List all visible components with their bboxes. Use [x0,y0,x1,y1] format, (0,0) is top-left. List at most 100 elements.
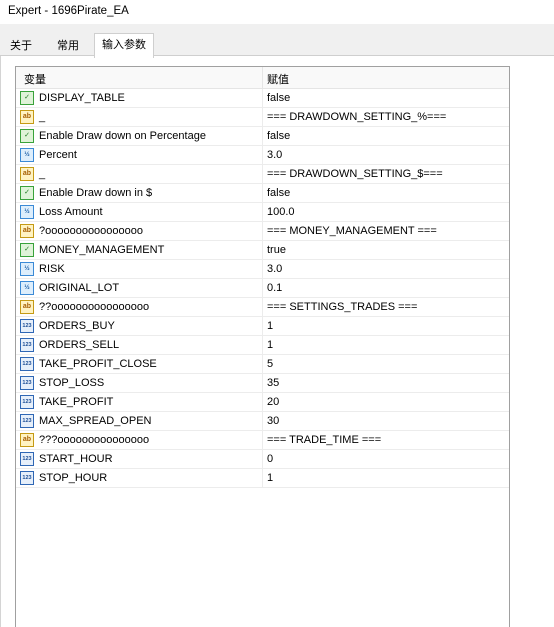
column-separator [262,108,263,126]
param-name: ???ooooooooooooooo [39,434,150,446]
param-value[interactable]: false [267,130,290,142]
param-value[interactable]: 0 [267,453,273,465]
tab-about[interactable]: 关于 [9,36,33,56]
param-value[interactable]: true [267,244,286,256]
param-value[interactable]: === DRAWDOWN_SETTING_$=== [267,168,443,180]
param-value[interactable]: 30 [267,415,279,427]
int-icon: 123 [20,471,34,485]
table-row[interactable]: ab ???ooooooooooooooo === TRADE_TIME === [16,431,509,450]
param-name: ??oooooooooooooooo [39,301,150,313]
column-separator [262,431,263,449]
header-separator[interactable] [262,67,263,88]
column-separator [262,355,263,373]
table-row[interactable]: 123 STOP_HOUR 1 [16,469,509,488]
table-row[interactable]: ab ?oooooooooooooooo === MONEY_MANAGEMENT … [16,222,509,241]
param-name: ORDERS_SELL [39,339,120,351]
table-row[interactable]: 123 MAX_SPREAD_OPEN 30 [16,412,509,431]
column-separator [262,260,263,278]
column-separator [262,222,263,240]
param-name: START_HOUR [39,453,113,465]
table-row[interactable]: 123 TAKE_PROFIT 20 [16,393,509,412]
int-icon: 123 [20,357,34,371]
int-icon: 123 [20,452,34,466]
header-variable[interactable]: 变量 [24,71,46,87]
param-name: _ [39,168,46,180]
column-separator [262,336,263,354]
table-row[interactable]: 123 TAKE_PROFIT_CLOSE 5 [16,355,509,374]
param-value[interactable]: === MONEY_MANAGEMENT === [267,225,437,237]
string-icon: ab [20,167,34,181]
table-row[interactable]: ✓ Enable Draw down in $ false [16,184,509,203]
column-separator [262,89,263,107]
table-header: 变量 赋值 [16,67,509,89]
bool-icon: ✓ [20,129,34,143]
table-row[interactable]: ½ Loss Amount 100.0 [16,203,509,222]
param-value[interactable]: 1 [267,339,273,351]
column-separator [262,241,263,259]
column-separator [262,203,263,221]
param-name: MAX_SPREAD_OPEN [39,415,152,427]
column-separator [262,374,263,392]
param-value[interactable]: 1 [267,320,273,332]
table-row[interactable]: 123 ORDERS_SELL 1 [16,336,509,355]
param-value[interactable]: false [267,92,290,104]
param-value[interactable]: === TRADE_TIME === [267,434,381,446]
table-row[interactable]: ✓ DISPLAY_TABLE false [16,89,509,108]
param-name: ORIGINAL_LOT [39,282,120,294]
double-icon: ½ [20,205,34,219]
table-row[interactable]: ab _ === DRAWDOWN_SETTING_$=== [16,165,509,184]
param-name: MONEY_MANAGEMENT [39,244,165,256]
header-value[interactable]: 赋值 [267,71,289,87]
param-value[interactable]: === SETTINGS_TRADES === [267,301,417,313]
table-row[interactable]: ab ??oooooooooooooooo === SETTINGS_TRADES … [16,298,509,317]
param-name: ORDERS_BUY [39,320,115,332]
string-icon: ab [20,433,34,447]
param-name: Loss Amount [39,206,103,218]
table-row[interactable]: 123 STOP_LOSS 35 [16,374,509,393]
tab-bar: 关于 常用 输入参数 [0,24,554,58]
table-row[interactable]: ½ Percent 3.0 [16,146,509,165]
double-icon: ½ [20,281,34,295]
table-row[interactable]: ½ ORIGINAL_LOT 0.1 [16,279,509,298]
param-value[interactable]: 35 [267,377,279,389]
param-value[interactable]: 5 [267,358,273,370]
double-icon: ½ [20,262,34,276]
table-row[interactable]: 123 START_HOUR 0 [16,450,509,469]
table-row[interactable]: ½ RISK 3.0 [16,260,509,279]
panel-edge [0,56,1,627]
title-bar: Expert - 1696Pirate_EA [0,0,554,24]
column-separator [262,184,263,202]
param-value[interactable]: 3.0 [267,149,282,161]
param-value[interactable]: 100.0 [267,206,295,218]
param-name: RISK [39,263,65,275]
column-separator [262,298,263,316]
param-value[interactable]: === DRAWDOWN_SETTING_%=== [267,111,446,123]
param-value[interactable]: 3.0 [267,263,282,275]
param-value[interactable]: false [267,187,290,199]
bool-icon: ✓ [20,91,34,105]
tab-common[interactable]: 常用 [56,36,80,56]
param-name: STOP_HOUR [39,472,108,484]
column-separator [262,146,263,164]
table-row[interactable]: ✓ Enable Draw down on Percentage false [16,127,509,146]
int-icon: 123 [20,319,34,333]
param-value[interactable]: 1 [267,472,273,484]
param-name: TAKE_PROFIT_CLOSE [39,358,157,370]
column-separator [262,279,263,297]
param-name: STOP_LOSS [39,377,105,389]
param-value[interactable]: 20 [267,396,279,408]
table-row[interactable]: ab _ === DRAWDOWN_SETTING_%=== [16,108,509,127]
string-icon: ab [20,300,34,314]
param-value[interactable]: 0.1 [267,282,282,294]
param-name: _ [39,111,46,123]
table-row[interactable]: ✓ MONEY_MANAGEMENT true [16,241,509,260]
table-row[interactable]: 123 ORDERS_BUY 1 [16,317,509,336]
param-name: ?oooooooooooooooo [39,225,144,237]
tab-inputs[interactable]: 输入参数 [94,33,154,58]
string-icon: ab [20,110,34,124]
param-name: Percent [39,149,77,161]
int-icon: 123 [20,414,34,428]
column-separator [262,469,263,487]
double-icon: ½ [20,148,34,162]
param-name: DISPLAY_TABLE [39,92,125,104]
